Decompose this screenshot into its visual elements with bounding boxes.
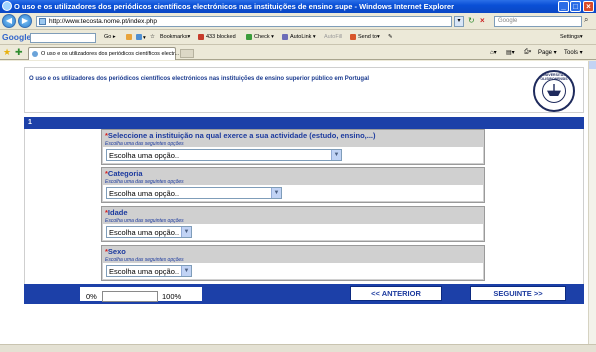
question-label: *Seleccione a instituição na qual exerce…	[105, 131, 376, 140]
question-sex: *Sexo Escolha uma das seguintes opções E…	[101, 245, 485, 281]
page-viewport: O uso e os utilizadores dos periódicos c…	[0, 61, 588, 344]
window-title: O uso e os utilizadores dos periódicos c…	[14, 2, 455, 11]
home-icon[interactable]: ⌂▾	[490, 49, 497, 56]
address-input[interactable]: http://www.tecosta.nome.pt/index.php	[36, 16, 452, 27]
search-placeholder: Google	[498, 18, 518, 24]
progress-end-label: 100%	[162, 292, 182, 301]
survey-footer: 0% 100% << ANTERIOR SEGUINTE >>	[24, 284, 584, 304]
question-label: *Idade	[105, 208, 128, 217]
back-button[interactable]: ◀	[2, 14, 16, 28]
refresh-icon[interactable]: ↻	[468, 16, 478, 27]
pagerank-icon[interactable]: ▾	[136, 34, 146, 41]
age-select[interactable]: Escolha uma opção.. ▼	[106, 226, 192, 238]
question-age: *Idade Escolha uma das seguintes opções …	[101, 206, 485, 242]
survey-header: O uso e os utilizadores dos periódicos c…	[24, 67, 584, 113]
progress-container: 0% 100%	[80, 287, 202, 302]
sendto-button[interactable]: Send to▾	[358, 34, 380, 40]
questions-area: *Seleccione a instituição na qual exerce…	[24, 129, 584, 284]
url-text: http://www.tecosta.nome.pt/index.php	[49, 18, 158, 25]
university-seal-logo: UNIVERSITAS OLISIPONENSIS	[533, 70, 575, 112]
star-icon[interactable]: ☆	[150, 34, 155, 40]
google-toolbar: Google Go ▸ ▾ ☆ Bookmarks▾ 433 blocked C…	[0, 31, 596, 45]
stop-icon[interactable]: ×	[480, 16, 490, 27]
next-button[interactable]: SEGUINTE >>	[470, 286, 566, 301]
go-button[interactable]: Go ▸	[104, 34, 116, 40]
select-value: Escolha uma opção..	[109, 228, 180, 237]
chevron-down-icon[interactable]: ▼	[271, 188, 281, 198]
tab-bar: ★ ✚ O uso e os utilizadores dos periódic…	[0, 46, 596, 60]
survey-title: O uso e os utilizadores dos periódicos c…	[29, 76, 370, 82]
question-label: *Sexo	[105, 247, 126, 256]
spellcheck-icon	[246, 34, 253, 41]
page-icon	[39, 18, 46, 25]
section-header: 1	[24, 117, 584, 129]
check-button[interactable]: Check ▾	[254, 34, 274, 40]
autolink-icon	[282, 34, 289, 41]
category-select[interactable]: Escolha uma opção.. ▼	[106, 187, 282, 199]
question-category: *Categoria Escolha uma das seguintes opç…	[101, 167, 485, 203]
profile-icon[interactable]	[126, 34, 133, 41]
popup-blocked-count[interactable]: 433 blocked	[206, 34, 236, 40]
autolink-button[interactable]: AutoLink ▾	[290, 34, 316, 40]
address-dropdown-icon[interactable]: ▾	[454, 16, 464, 27]
previous-button[interactable]: << ANTERIOR	[350, 286, 442, 301]
autofill-button[interactable]: AutoFill	[324, 34, 342, 40]
select-value: Escolha uma opção..	[109, 267, 180, 276]
question-text: Sexo	[107, 247, 126, 256]
sex-select[interactable]: Escolha uma opção.. ▼	[106, 265, 192, 277]
maximize-button[interactable]: □	[570, 1, 581, 12]
institution-select[interactable]: Escolha uma opção.. ▼	[106, 149, 342, 161]
chevron-down-icon[interactable]: ▼	[181, 227, 191, 237]
google-logo: Google	[2, 32, 32, 42]
settings-button[interactable]: Settings▾	[560, 34, 583, 40]
sendto-icon	[350, 34, 357, 41]
page-menu-button[interactable]: Page ▾	[538, 49, 557, 56]
progress-start-label: 0%	[86, 292, 97, 301]
question-text: Idade	[107, 208, 128, 217]
progress-bar	[102, 291, 158, 302]
forward-button[interactable]: ▶	[18, 14, 32, 28]
tools-menu-button[interactable]: Tools ▾	[564, 49, 583, 56]
bookmarks-button[interactable]: Bookmarks▾	[160, 34, 190, 40]
scroll-up-icon[interactable]	[589, 61, 596, 69]
question-institution: *Seleccione a instituição na qual exerce…	[101, 129, 485, 165]
vertical-scrollbar[interactable]	[588, 61, 596, 344]
close-button[interactable]: ×	[583, 1, 594, 12]
question-label: *Categoria	[105, 169, 143, 178]
question-text: Categoria	[107, 169, 143, 178]
tab-active[interactable]: O uso e os utilizadores dos periódicos c…	[28, 47, 180, 60]
horizontal-scrollbar[interactable]	[0, 344, 596, 352]
google-search-input[interactable]	[30, 33, 96, 43]
select-value: Escolha uma opção..	[109, 151, 180, 160]
minimize-button[interactable]: _	[558, 1, 569, 12]
add-favorite-icon[interactable]: ✚	[15, 47, 23, 58]
chevron-down-icon[interactable]: ▼	[331, 150, 341, 160]
window-titlebar: O uso e os utilizadores dos periódicos c…	[0, 0, 596, 13]
select-value: Escolha uma opção..	[109, 189, 180, 198]
print-icon[interactable]: ⎙▾	[524, 49, 531, 56]
survey-container: O uso e os utilizadores dos periódicos c…	[24, 67, 584, 352]
address-toolbar: ◀ ▶ http://www.tecosta.nome.pt/index.php…	[0, 13, 596, 30]
question-text: Seleccione a instituição na qual exerce …	[107, 131, 376, 140]
popup-blocker-icon	[198, 34, 205, 41]
favorites-star-icon[interactable]: ★	[3, 47, 11, 58]
search-input[interactable]: Google	[494, 16, 582, 27]
search-icon[interactable]: ⌕	[584, 15, 588, 25]
tab-label: O uso e os utilizadores dos periódicos c…	[41, 51, 180, 57]
pencil-icon[interactable]: ✎	[388, 34, 393, 40]
new-tab-button[interactable]	[180, 49, 194, 58]
feeds-icon[interactable]: ▤▾	[506, 49, 515, 56]
chevron-down-icon[interactable]: ▼	[181, 266, 191, 276]
tab-page-icon	[32, 51, 38, 57]
section-number: 1	[28, 119, 32, 126]
internet-explorer-icon	[2, 1, 12, 11]
